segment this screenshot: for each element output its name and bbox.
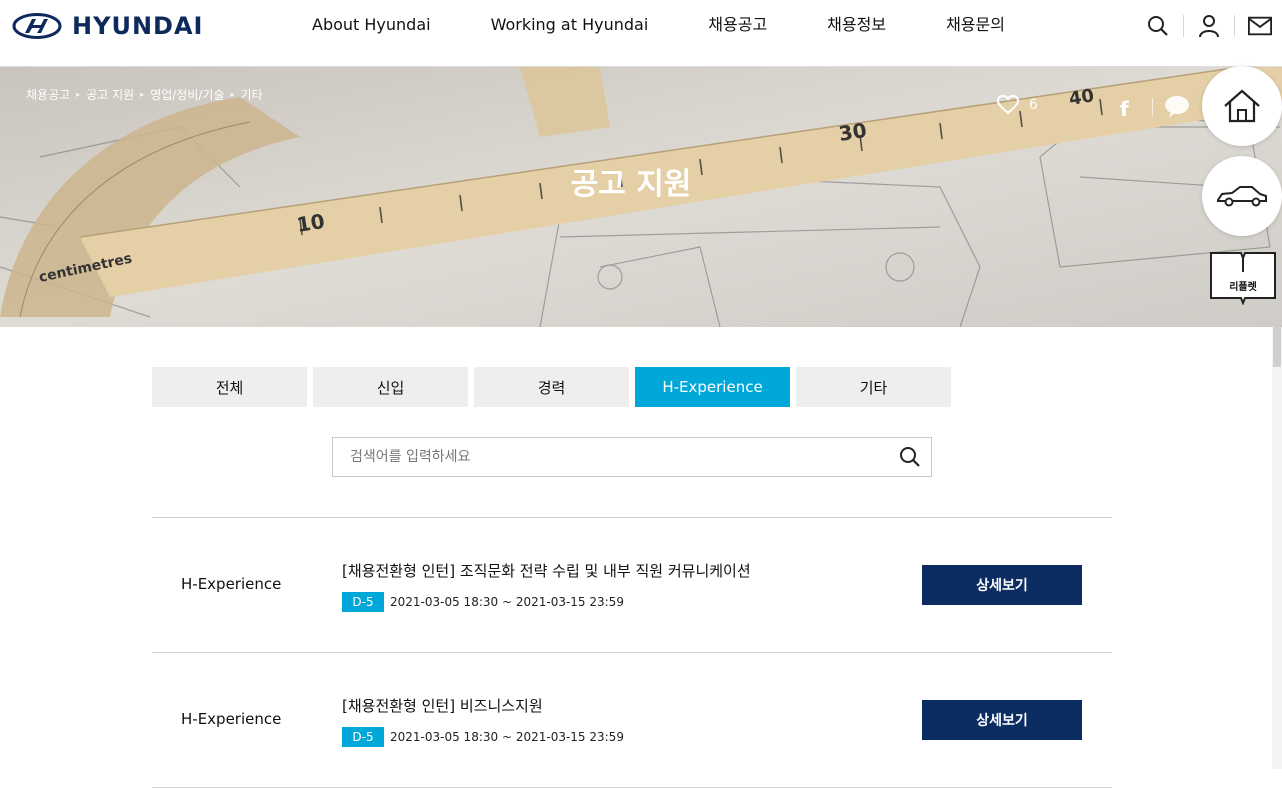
svg-text:40: 40 bbox=[1067, 85, 1095, 110]
posting-category: H-Experience bbox=[181, 710, 282, 728]
posting-title[interactable]: [채용전환형 인턴] 조직문화 전략 수립 및 내부 직원 커뮤니케이션 bbox=[342, 560, 751, 581]
breadcrumb-item[interactable]: 채용공고 bbox=[26, 86, 70, 103]
header-divider bbox=[1234, 15, 1235, 37]
hyundai-h-logo-icon bbox=[12, 13, 62, 39]
quick-car-button[interactable] bbox=[1202, 156, 1282, 236]
tab-all[interactable]: 전체 bbox=[152, 367, 307, 407]
d-day-badge: D-5 bbox=[342, 592, 384, 612]
page-title: 공고 지원 bbox=[570, 167, 692, 202]
posting-row: H-Experience [채용전환형 인턴] 비즈니스지원 D-5 2021-… bbox=[152, 653, 1112, 788]
posting-title[interactable]: [채용전환형 인턴] 비즈니스지원 bbox=[342, 695, 543, 716]
hero-banner: 10 30 40 centimetres 채용공고 ▸ 공고 지원 ▸ 영업/정… bbox=[0, 67, 1282, 327]
search-icon bbox=[900, 447, 920, 467]
nav-working-at-hyundai[interactable]: Working at Hyundai bbox=[461, 14, 679, 36]
nav-recruit-info[interactable]: 채용정보 bbox=[797, 14, 916, 36]
like-count: 6 bbox=[1029, 97, 1038, 113]
posting-period: 2021-03-05 18:30 ~ 2021-03-15 23:59 bbox=[390, 595, 624, 609]
svg-text:30: 30 bbox=[837, 118, 868, 146]
quick-home-button[interactable] bbox=[1202, 66, 1282, 146]
breadcrumb-item-current[interactable]: 기타 bbox=[241, 86, 263, 103]
breadcrumb-separator-icon: ▸ bbox=[230, 90, 235, 99]
logo-wordmark: HYUNDAI bbox=[72, 12, 204, 40]
job-list-section: 전체 신입 경력 H-Experience 기타 H-Experience [채… bbox=[0, 327, 1272, 788]
share-divider bbox=[1152, 98, 1153, 116]
posting-row: H-Experience [채용전환형 인턴] 조직문화 전략 수립 및 내부 … bbox=[152, 518, 1112, 653]
posting-meta: D-5 2021-03-05 18:30 ~ 2021-03-15 23:59 bbox=[342, 592, 624, 612]
header-divider bbox=[1183, 15, 1184, 37]
tab-new-grad[interactable]: 신입 bbox=[313, 367, 468, 407]
quick-leaflet-button[interactable]: 리플렛 bbox=[1208, 250, 1278, 306]
scrollbar-track[interactable] bbox=[1272, 327, 1282, 769]
site-header: HYUNDAI About Hyundai Working at Hyundai… bbox=[0, 0, 1282, 67]
search-button[interactable] bbox=[899, 446, 923, 470]
breadcrumb-separator-icon: ▸ bbox=[76, 90, 81, 99]
category-tabs: 전체 신입 경력 H-Experience 기타 bbox=[152, 367, 957, 407]
like-button[interactable]: 6 bbox=[997, 95, 1038, 115]
mail-icon[interactable] bbox=[1248, 14, 1272, 38]
d-day-badge: D-5 bbox=[342, 727, 384, 747]
home-icon bbox=[1224, 89, 1260, 123]
nav-job-postings[interactable]: 채용공고 bbox=[678, 14, 797, 36]
user-icon[interactable] bbox=[1197, 14, 1221, 38]
detail-button[interactable]: 상세보기 bbox=[922, 565, 1082, 605]
posting-meta: D-5 2021-03-05 18:30 ~ 2021-03-15 23:59 bbox=[342, 727, 624, 747]
search-box bbox=[332, 437, 932, 477]
car-icon bbox=[1217, 186, 1267, 207]
nav-recruit-inquiry[interactable]: 채용문의 bbox=[916, 14, 1035, 36]
kakaotalk-icon[interactable] bbox=[1164, 95, 1190, 123]
breadcrumb-separator-icon: ▸ bbox=[140, 90, 145, 99]
svg-text:10: 10 bbox=[295, 209, 326, 237]
header-utility-icons bbox=[1146, 14, 1272, 38]
breadcrumb-item[interactable]: 영업/정비/기술 bbox=[150, 86, 224, 103]
posting-category: H-Experience bbox=[181, 575, 282, 593]
posting-period: 2021-03-05 18:30 ~ 2021-03-15 23:59 bbox=[390, 730, 624, 744]
breadcrumb-item[interactable]: 공고 지원 bbox=[86, 86, 134, 103]
breadcrumb: 채용공고 ▸ 공고 지원 ▸ 영업/정비/기술 ▸ 기타 bbox=[26, 86, 263, 103]
hyundai-logo[interactable]: HYUNDAI bbox=[12, 12, 203, 40]
leaflet-label: 리플렛 bbox=[1229, 282, 1257, 293]
detail-button[interactable]: 상세보기 bbox=[922, 700, 1082, 740]
heart-icon bbox=[997, 95, 1019, 115]
tab-experienced[interactable]: 경력 bbox=[474, 367, 629, 407]
scrollbar-thumb[interactable] bbox=[1273, 327, 1281, 367]
main-nav: About Hyundai Working at Hyundai 채용공고 채용… bbox=[282, 14, 1035, 36]
tab-h-experience[interactable]: H-Experience bbox=[635, 367, 790, 407]
tab-etc[interactable]: 기타 bbox=[796, 367, 951, 407]
nav-about-hyundai[interactable]: About Hyundai bbox=[282, 14, 461, 36]
posting-list: H-Experience [채용전환형 인턴] 조직문화 전략 수립 및 내부 … bbox=[152, 517, 1112, 788]
search-icon[interactable] bbox=[1146, 14, 1170, 38]
facebook-icon[interactable]: f bbox=[1120, 97, 1129, 121]
search-input[interactable] bbox=[333, 438, 893, 476]
